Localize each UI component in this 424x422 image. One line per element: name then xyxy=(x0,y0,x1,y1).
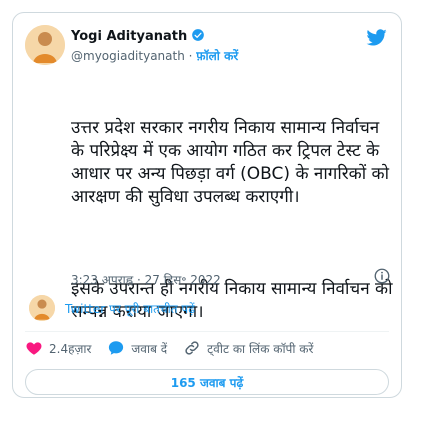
handle-line: @myogiadityanath · फ़ॉलो करें xyxy=(71,47,238,64)
tweet-card: Yogi Adityanath @myogiadityanath · फ़ॉलो… xyxy=(12,12,402,398)
action-bar: 2.4हज़ार जवाब दें ट्वीट का लिंक कॉपी करे… xyxy=(25,339,389,357)
heart-icon xyxy=(26,342,42,355)
read-conversation-link[interactable]: Twitter पर पूरी बातचीत पढ़ें xyxy=(65,300,195,317)
copy-link-button[interactable]: ट्वीट का लिंक कॉपी करें xyxy=(183,339,313,357)
read-conversation-row[interactable]: Twitter पर पूरी बातचीत पढ़ें xyxy=(29,295,389,321)
thread-avatar xyxy=(29,295,55,321)
like-count: 2.4हज़ार xyxy=(49,341,92,356)
info-icon[interactable] xyxy=(373,267,391,285)
tweet-paragraph: उत्तर प्रदेश सरकार नगरीय निकाय सामान्य न… xyxy=(71,118,395,207)
reply-bubble-icon xyxy=(109,341,124,355)
like-button[interactable]: 2.4हज़ार xyxy=(25,339,91,357)
avatar[interactable] xyxy=(25,25,65,65)
tweet-text: उत्तर प्रदेश सरकार नगरीय निकाय सामान्य न… xyxy=(71,71,396,370)
copy-link-label: ट्वीट का लिंक कॉपी करें xyxy=(207,341,314,356)
handle-separator: · xyxy=(184,49,197,63)
read-replies-button[interactable]: 165 जवाब पढ़ें xyxy=(25,369,389,395)
divider xyxy=(25,331,389,332)
author-handle[interactable]: @myogiadityanath xyxy=(71,49,185,63)
reply-button[interactable]: जवाब दें xyxy=(107,339,167,357)
author-name-line[interactable]: Yogi Adityanath xyxy=(71,27,205,46)
twitter-bird-icon[interactable] xyxy=(365,27,387,49)
author-name[interactable]: Yogi Adityanath xyxy=(71,29,187,44)
timestamp[interactable]: 3:23 अपराह्न · 27 दिस॰ 2022 xyxy=(71,271,391,288)
reply-label: जवाब दें xyxy=(131,341,168,356)
follow-link[interactable]: फ़ॉलो करें xyxy=(196,49,238,63)
verified-badge-icon xyxy=(191,27,205,46)
link-icon xyxy=(185,341,199,355)
avatar-image xyxy=(25,25,65,65)
